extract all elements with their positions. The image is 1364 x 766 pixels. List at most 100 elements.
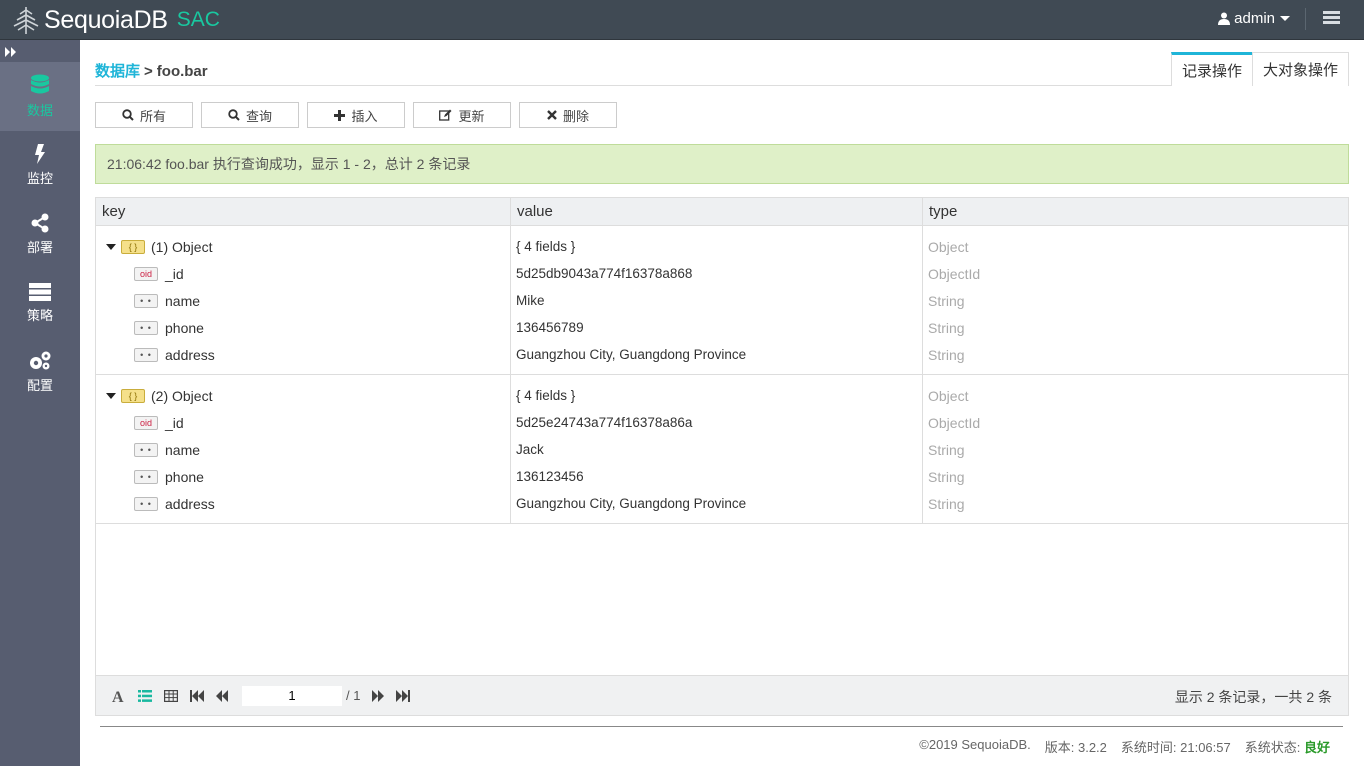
sidebar: 数据 监控 部署 策略 配置 — [0, 40, 80, 766]
object-type-icon: { } — [121, 239, 145, 254]
search-icon — [228, 109, 240, 121]
table-view-icon[interactable] — [164, 689, 178, 702]
footer: ©2019 SequoiaDB. 版本: 3.2.2 系统时间: 21:06:5… — [905, 737, 1330, 756]
font-size-icon[interactable]: A — [112, 689, 126, 703]
field-type: String — [928, 495, 965, 512]
column-header-value[interactable]: value — [511, 198, 923, 225]
lightning-icon — [35, 144, 45, 164]
tree-view-icon[interactable] — [138, 689, 152, 702]
insert-button-label: 插入 — [351, 108, 378, 124]
value-cell: { 4 fields } 5d25db9043a774f16378a868 Mi… — [511, 226, 923, 374]
breadcrumb-separator: > — [144, 63, 153, 80]
field-type: Object — [928, 238, 969, 255]
next-page-icon[interactable] — [372, 689, 385, 702]
query-button[interactable]: 查询 — [201, 102, 299, 128]
tab-lob-operations[interactable]: 大对象操作 — [1251, 52, 1349, 86]
field-value[interactable]: Jack — [516, 436, 922, 463]
pagination-bar: A / 1 显示 2 条记录，一共 2 条 — [96, 675, 1348, 715]
last-page-icon[interactable] — [396, 689, 411, 702]
all-button[interactable]: 所有 — [95, 102, 193, 128]
breadcrumb: 数据库 > foo.bar — [95, 60, 208, 81]
previous-page-icon[interactable] — [216, 689, 228, 702]
database-icon — [31, 74, 49, 94]
column-header-type[interactable]: type — [923, 198, 1348, 225]
oid-type-icon: oid — [134, 415, 158, 430]
product-name: SAC — [176, 8, 220, 31]
logo[interactable]: SequoiaDB SAC — [10, 3, 220, 37]
update-button-label: 更新 — [458, 108, 485, 124]
sidebar-item-policy[interactable]: 策略 — [0, 269, 80, 338]
field-value[interactable]: Guangzhou City, Guangdong Province — [516, 490, 922, 517]
field-key: oid _id — [106, 409, 510, 436]
divider — [100, 726, 1343, 727]
string-type-icon: • • — [134, 496, 158, 511]
collapse-toggle-icon[interactable] — [106, 392, 116, 399]
string-type-icon: • • — [134, 293, 158, 308]
type-cell: Object ObjectId String String String — [923, 375, 1348, 523]
delete-button-label: 删除 — [562, 108, 589, 124]
field-key: oid _id — [106, 260, 510, 287]
field-value[interactable]: 5d25e24743a774f16378a86a — [516, 409, 922, 436]
tab-record-operations[interactable]: 记录操作 — [1170, 52, 1253, 86]
status-alert: 21:06:42 foo.bar 执行查询成功，显示 1 - 2，总计 2 条记… — [95, 144, 1349, 184]
copyright: ©2019 SequoiaDB. — [919, 737, 1031, 752]
record-header: { } (1) Object — [106, 233, 510, 260]
record-title: (2) Object — [151, 387, 213, 404]
sidebar-item-monitor[interactable]: 监控 — [0, 131, 80, 200]
breadcrumb-database-link[interactable]: 数据库 — [95, 63, 140, 80]
column-header-key[interactable]: key — [96, 198, 511, 225]
field-type: String — [928, 441, 965, 458]
insert-button[interactable]: 插入 — [307, 102, 405, 128]
field-value[interactable]: 5d25db9043a774f16378a868 — [516, 260, 922, 287]
server-icon — [29, 283, 51, 301]
collapse-toggle-icon[interactable] — [106, 243, 116, 250]
sequoia-tree-icon — [13, 7, 39, 34]
system-time: 系统时间: 21:06:57 — [1120, 740, 1231, 755]
sidebar-item-data[interactable]: 数据 — [0, 62, 80, 131]
sidebar-item-label: 策略 — [26, 308, 53, 323]
toolbar: 所有 查询 插入 更新 删除 — [95, 102, 625, 128]
page-number-input[interactable] — [242, 685, 342, 706]
table-row: { } (1) Object oid _id • • name • • phone •… — [96, 226, 1348, 375]
field-type: ObjectId — [928, 265, 981, 282]
first-page-icon[interactable] — [190, 689, 204, 702]
user-icon — [1218, 12, 1231, 25]
object-type-icon: { } — [121, 388, 145, 403]
field-value[interactable]: 136456789 — [516, 314, 922, 341]
field-type: String — [928, 346, 965, 363]
brand-name: SequoiaDB — [44, 5, 168, 34]
menu-icon[interactable] — [1323, 11, 1340, 25]
field-value[interactable]: { 4 fields } — [516, 382, 922, 409]
field-key: • • name — [106, 436, 510, 463]
key-cell: { } (2) Object oid _id • • name • • phone •… — [96, 375, 511, 523]
field-type: String — [928, 319, 965, 336]
string-type-icon: • • — [134, 320, 158, 335]
field-key-label: name — [165, 441, 201, 458]
value-cell: { 4 fields } 5d25e24743a774f16378a86a Ja… — [511, 375, 923, 523]
delete-button[interactable]: 删除 — [519, 102, 617, 128]
field-value[interactable]: Mike — [516, 287, 922, 314]
user-menu[interactable]: admin — [1218, 10, 1290, 27]
sidebar-item-config[interactable]: 配置 — [0, 338, 80, 407]
field-key-label: _id — [165, 265, 184, 282]
tab-bar: 记录操作 大对象操作 — [1170, 52, 1349, 86]
type-cell: Object ObjectId String String String — [923, 226, 1348, 374]
field-value[interactable]: 136123456 — [516, 463, 922, 490]
expand-sidebar-icon[interactable] — [0, 40, 80, 62]
status-label: 系统状态: — [1244, 740, 1301, 755]
update-button[interactable]: 更新 — [413, 102, 511, 128]
svg-text:A: A — [112, 689, 124, 703]
field-value[interactable]: Guangzhou City, Guangdong Province — [516, 341, 922, 368]
field-type: String — [928, 292, 965, 309]
field-value[interactable]: { 4 fields } — [516, 233, 922, 260]
query-button-label: 查询 — [245, 108, 272, 124]
records-grid: key value type { } (1) Object oid _id • •… — [95, 197, 1349, 716]
divider — [95, 85, 1349, 86]
sidebar-item-label: 监控 — [26, 171, 53, 186]
plus-icon — [334, 109, 346, 121]
top-bar: SequoiaDB SAC admin — [0, 0, 1364, 40]
status-badge: 良好 — [1303, 740, 1330, 755]
field-key-label: address — [165, 495, 215, 512]
sidebar-item-deploy[interactable]: 部署 — [0, 200, 80, 269]
sidebar-item-label: 配置 — [26, 378, 53, 393]
